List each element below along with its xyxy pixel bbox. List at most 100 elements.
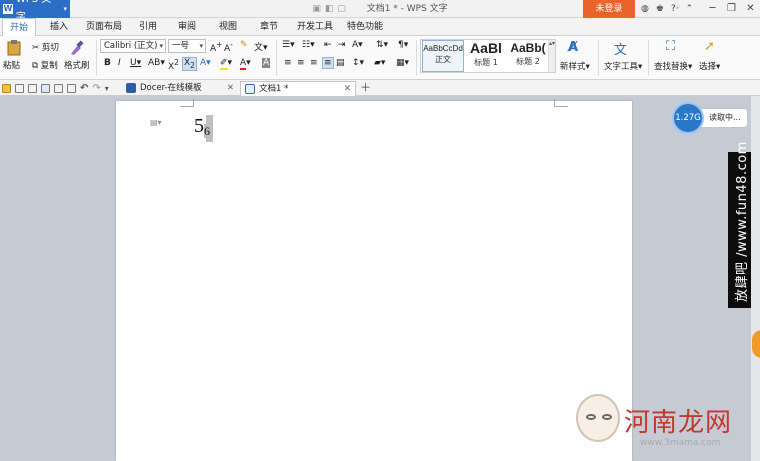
skin-icon[interactable]: ◍	[641, 4, 649, 14]
open-icon[interactable]	[2, 83, 11, 93]
redo-icon[interactable]: ↷	[92, 83, 100, 94]
close-icon[interactable]: ✕	[741, 0, 760, 18]
line-spacing-icon[interactable]: ↕▾	[352, 58, 364, 68]
print-icon[interactable]	[41, 83, 50, 93]
increase-indent-icon[interactable]: ⇥	[338, 40, 346, 50]
align-left-icon[interactable]: ≡	[284, 58, 292, 68]
copy-button[interactable]: ⧉ 复制	[32, 59, 58, 71]
save-icon[interactable]	[15, 83, 24, 93]
shirt-icon[interactable]: ♚	[656, 4, 664, 14]
cut-button[interactable]: ✂ 剪切	[32, 41, 59, 53]
quick-access-toolbar: ↶ ↷ ▾	[2, 81, 109, 95]
format-painter-button[interactable]: 格式刷	[64, 59, 90, 71]
undo-icon[interactable]: ↶	[80, 83, 88, 94]
window-title: 文档1 * - WPS 文字	[366, 4, 448, 14]
char-shading-icon[interactable]: A	[262, 58, 271, 68]
close-icon[interactable]: ✕	[227, 81, 234, 95]
tab-docer-templates[interactable]: Docer-在线模板 ✕	[122, 81, 238, 96]
print-preview-icon[interactable]	[54, 83, 63, 93]
underline-icon[interactable]: U▾	[130, 58, 141, 68]
bold-icon[interactable]: B	[104, 58, 111, 68]
new-tab-icon[interactable]: ＋	[360, 80, 371, 95]
font-size-select[interactable]: 一号 ▾	[168, 39, 206, 53]
strikethrough-icon[interactable]: AB▾	[148, 58, 165, 68]
spellcheck-icon[interactable]	[67, 83, 76, 93]
style-heading-1[interactable]: AaBl 标题 1	[465, 40, 507, 72]
bullet-list-icon[interactable]: ☰▾	[282, 40, 295, 50]
window-controls: ─ ❐ ✕	[703, 0, 760, 18]
phonetic-icon[interactable]: 文▾	[254, 40, 268, 53]
paste-icon[interactable]	[6, 40, 22, 59]
font-color-icon[interactable]: A▾	[240, 58, 251, 70]
subscript-icon[interactable]: X2	[182, 57, 197, 71]
restore-icon[interactable]: ❐	[722, 0, 741, 18]
tab-insert[interactable]: 插入	[44, 18, 74, 36]
chevron-down-icon: ▾	[199, 42, 203, 50]
tab-document-label: 文档1 *	[259, 84, 289, 94]
text-subscript: 6	[204, 124, 210, 138]
customize-icon[interactable]: ▾	[105, 84, 109, 93]
distributed-icon[interactable]: ▤	[336, 58, 345, 68]
font-name-select[interactable]: Calibri (正文) ▾	[100, 39, 166, 53]
text-tools-button[interactable]: 文字工具▾	[604, 60, 642, 72]
new-style-button[interactable]: 新样式▾	[560, 60, 590, 72]
find-replace-button[interactable]: 查找替换▾	[654, 60, 692, 72]
brush-icon[interactable]	[68, 40, 84, 59]
binoculars-icon[interactable]: ⛶	[666, 39, 675, 54]
justify-icon[interactable]: ≡	[322, 57, 334, 69]
tab-special[interactable]: 特色功能	[344, 18, 386, 36]
new-style-icon[interactable]: A̸	[568, 40, 578, 55]
document-page[interactable]	[116, 99, 632, 461]
document-text[interactable]: 56	[194, 115, 210, 139]
sort-icon[interactable]: ⇅▾	[376, 40, 388, 50]
help-icon[interactable]: ?·	[671, 4, 679, 14]
shading-icon[interactable]: ▰▾	[374, 58, 385, 68]
tab-chapter[interactable]: 章节	[254, 18, 284, 36]
side-handle[interactable]	[752, 330, 760, 358]
text-effect-icon[interactable]: A▾	[200, 58, 211, 68]
tab-developer[interactable]: 开发工具	[294, 18, 336, 36]
login-button[interactable]: 未登录	[583, 0, 635, 18]
numbered-list-icon[interactable]: ☷▾	[302, 40, 315, 50]
title-bar: W WPS 文字 ▾ ▣◧▢ 文档1 * - WPS 文字 未登录 ◍ ♚ ?·…	[0, 0, 760, 23]
tab-view[interactable]: 视图	[213, 18, 243, 36]
speed-widget[interactable]: 读取中... 1.27G	[672, 102, 748, 134]
align-right-icon[interactable]: ≡	[310, 58, 318, 68]
close-icon[interactable]: ✕	[344, 82, 351, 96]
text-tools-icon[interactable]: 文	[614, 39, 627, 58]
divider	[648, 40, 649, 76]
show-marks-icon[interactable]: ¶▾	[398, 40, 408, 50]
grow-font-icon[interactable]: A+	[210, 40, 222, 54]
new-style-label: 新样式	[560, 62, 586, 72]
cartoon-face-icon	[576, 394, 620, 442]
document-tab-bar: ↶ ↷ ▾ Docer-在线模板 ✕ 文档1 * ✕ ＋	[0, 80, 760, 96]
tab-document-1[interactable]: 文档1 * ✕	[240, 81, 356, 96]
style-heading-2[interactable]: AaBb( 标题 2	[507, 40, 549, 72]
watermark: 河南龙网 www.3mama.com	[572, 388, 760, 461]
italic-icon[interactable]: I	[118, 58, 121, 68]
select-label: 选择	[699, 62, 717, 72]
minimize-icon[interactable]: ─	[703, 0, 722, 18]
paste-button[interactable]: 粘贴	[3, 59, 20, 71]
decrease-indent-icon[interactable]: ⇤	[324, 40, 332, 50]
tab-page-layout[interactable]: 页面布局	[84, 18, 124, 36]
new-doc-icon[interactable]	[28, 83, 37, 93]
quick-icons: ▣◧▢	[312, 4, 350, 14]
highlight-icon[interactable]: ✐▾	[220, 58, 232, 70]
shrink-font-icon[interactable]: A-	[224, 40, 233, 54]
clear-format-icon[interactable]: ✎	[240, 40, 248, 50]
cursor-icon[interactable]: ➚	[704, 39, 715, 54]
paragraph-handle-icon[interactable]: ▤▾	[150, 118, 162, 127]
select-button[interactable]: 选择▾	[699, 60, 720, 72]
gallery-scroll[interactable]: ▴▾	[548, 40, 555, 72]
tab-references[interactable]: 引用	[133, 18, 163, 36]
tab-home[interactable]: 开始	[2, 18, 36, 37]
collapse-ribbon-icon[interactable]: ⌃	[686, 4, 694, 14]
style-normal[interactable]: AaBbCcDd 正文	[422, 40, 464, 72]
border-icon[interactable]: ▦▾	[396, 58, 409, 68]
superscript-icon[interactable]: X2	[168, 58, 179, 72]
align-center-icon[interactable]: ≡	[297, 58, 305, 68]
styles-gallery: AaBbCcDd 正文 AaBl 标题 1 AaBb( 标题 2 ▴▾	[420, 39, 556, 73]
tab-review[interactable]: 审阅	[172, 18, 202, 36]
chinese-layout-icon[interactable]: A▾	[352, 40, 363, 50]
